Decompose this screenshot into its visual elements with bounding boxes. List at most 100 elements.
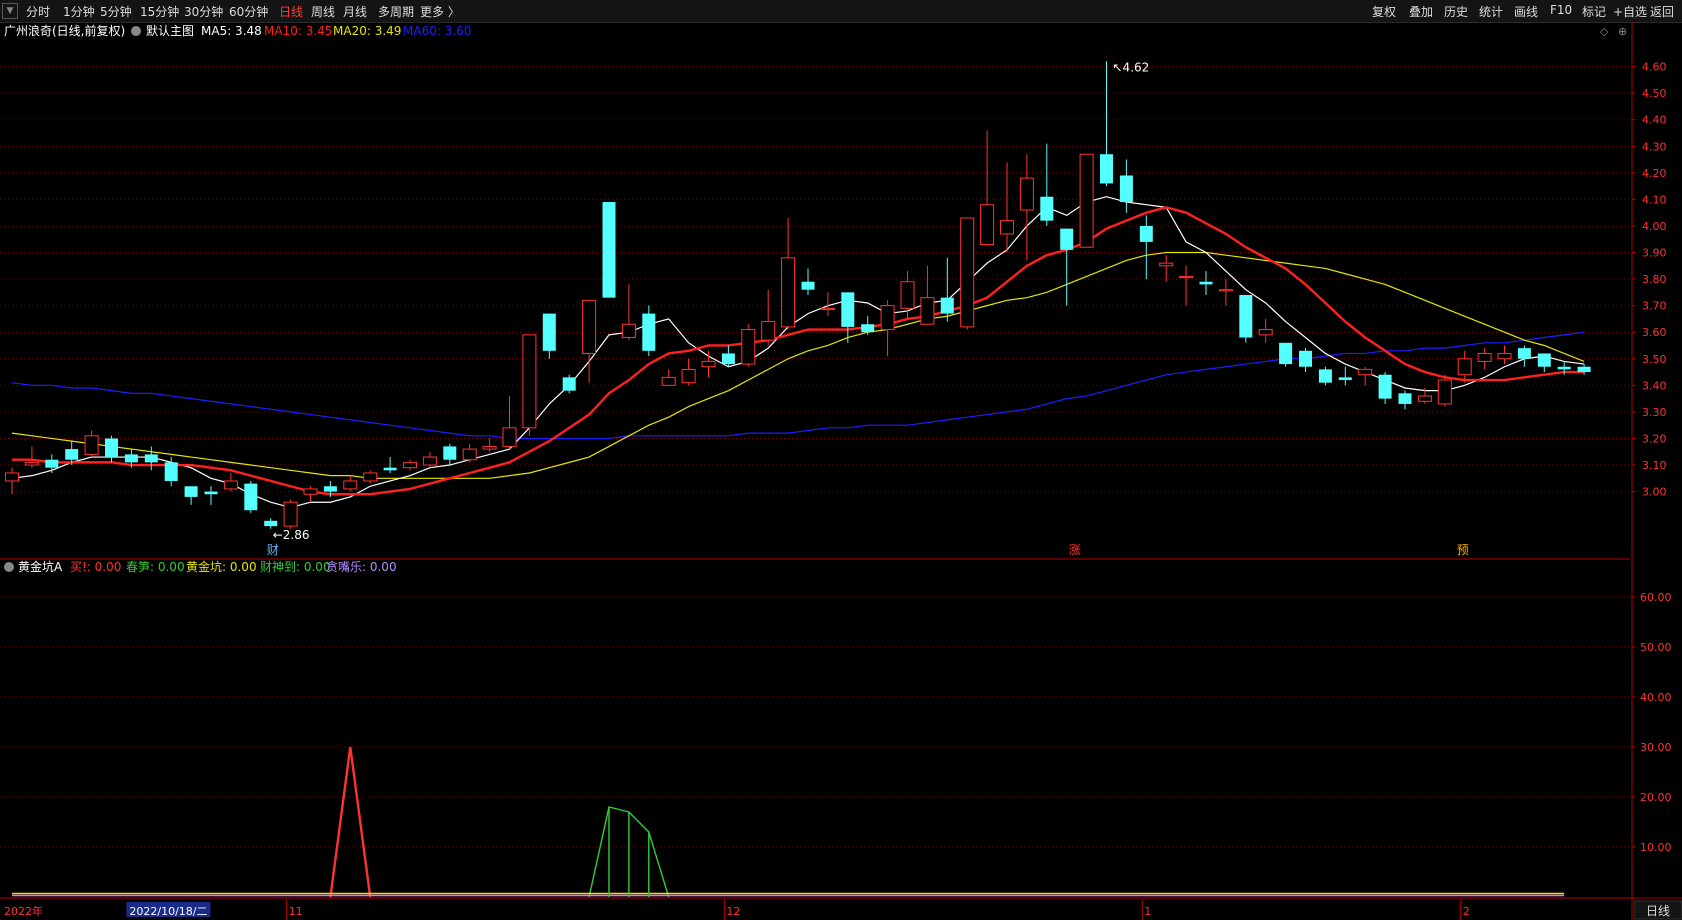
y-tick-label: 3.80 — [1642, 273, 1667, 286]
x-axis-label: 11 — [289, 905, 303, 918]
legend-indicator-3: 财神到: 0.00 — [260, 560, 331, 574]
toolbar-button-2[interactable]: 历史 — [1444, 3, 1468, 20]
period-tab-1[interactable]: 1分钟 — [63, 3, 95, 20]
candle-body-up — [980, 204, 995, 246]
toolbar-button-3[interactable]: 统计 — [1479, 3, 1503, 20]
template-icon — [131, 26, 141, 36]
candle-body-up — [701, 360, 716, 368]
legend-indicator-name: 黄金坑A — [18, 559, 63, 574]
y-tick-label: 4.00 — [1642, 220, 1667, 233]
candle-body-up — [880, 305, 895, 331]
y-tick-label: 3.70 — [1642, 300, 1667, 313]
toolbar-button-1[interactable]: 叠加 — [1409, 3, 1433, 20]
candle-body-up — [1019, 177, 1034, 211]
y-tick-label: 3.30 — [1642, 406, 1667, 419]
candle-body-up — [1079, 153, 1094, 248]
candle-body-down — [1199, 281, 1213, 285]
indicator-line-0 — [329, 746, 372, 898]
candle-body-up — [1258, 329, 1273, 336]
candle-body-up — [1358, 368, 1373, 376]
legend-template: 默认主图 — [146, 23, 194, 38]
legend-ma20: MA20: 3.49 — [333, 24, 401, 38]
period-tab-5[interactable]: 60分钟 — [229, 3, 268, 20]
candle-body-down — [1060, 228, 1074, 250]
candle-body-up — [1218, 289, 1233, 292]
candle-body-up — [781, 257, 796, 328]
y-tick-label: 3.20 — [1642, 432, 1667, 445]
y-tick-label: 3.00 — [1642, 486, 1667, 499]
ma-line-ma5 — [11, 196, 1585, 509]
y-tick-label: 40.00 — [1640, 691, 1672, 704]
period-tag: 日线 — [1646, 904, 1670, 918]
legend-stock: 广州浪奇(日线,前复权) — [4, 23, 125, 38]
candle-body-down — [244, 483, 258, 511]
x-axis-label: 1 — [1144, 905, 1151, 918]
y-tick-label: 3.10 — [1642, 459, 1667, 472]
toolbar-button-0[interactable]: 复权 — [1372, 3, 1396, 20]
y-tick-label: 3.60 — [1642, 326, 1667, 339]
candle-body-up — [1437, 379, 1452, 405]
period-tab-2[interactable]: 5分钟 — [100, 3, 132, 20]
toolbar-button-4[interactable]: 画线 — [1514, 3, 1538, 20]
candle-body-down — [443, 446, 457, 460]
candle-body-down — [1517, 348, 1531, 359]
candle-body-up — [900, 281, 915, 309]
candle-body-down — [164, 462, 178, 481]
candle-body-down — [562, 377, 576, 391]
y-tick-label: 4.60 — [1642, 61, 1667, 74]
y-tick-label: 3.90 — [1642, 247, 1667, 260]
period-toolbar: ▼ 分时 1分钟 5分钟 15分钟 30分钟 60分钟 日线 周线 月线 多周期 更多 〉 复权 叠加历… — [0, 0, 1682, 23]
candle-body-up — [960, 217, 975, 328]
candle-body-up — [482, 445, 497, 450]
candle-body-up — [920, 297, 935, 325]
period-tab-8[interactable]: 月线 — [343, 3, 367, 20]
legend-ma5: MA5: 3.48 — [201, 24, 262, 38]
candle-body-up — [283, 501, 298, 527]
candle-body-down — [801, 281, 815, 290]
candle-body-up — [1159, 262, 1174, 267]
period-tab-3[interactable]: 15分钟 — [140, 3, 179, 20]
candle-body-up — [24, 461, 39, 466]
y-tick-label: 4.30 — [1642, 140, 1667, 153]
candle-body-down — [1299, 350, 1312, 367]
diamond-icon: ◇ — [1600, 25, 1609, 38]
legend-indicator-0: 买!: 0.00 — [70, 560, 121, 574]
candle-body-up — [343, 480, 358, 490]
period-tab-0[interactable]: 分时 — [26, 3, 50, 20]
menu-icon[interactable]: ▼ — [2, 3, 18, 19]
add-icon: ⊕ — [1618, 25, 1627, 38]
candle-body-down — [1239, 295, 1253, 338]
indicator-icon — [4, 562, 14, 572]
toolbar-button-8[interactable]: 返回 — [1650, 3, 1674, 20]
candle-body-up — [1417, 395, 1432, 402]
ma-line-ma10 — [12, 206, 1585, 496]
period-tab-10[interactable]: 更多 〉 — [420, 3, 460, 20]
legend-ma10: MA10: 3.45 — [264, 24, 332, 38]
candle-body-up — [661, 376, 676, 386]
x-axis-label: 2022年 — [4, 904, 43, 918]
candle-body-down — [1318, 369, 1332, 383]
candle-body-up — [741, 329, 756, 365]
candle-body-down — [204, 491, 218, 495]
period-tab-4[interactable]: 30分钟 — [184, 3, 223, 20]
high-price-label: ↖4.62 — [1113, 60, 1150, 74]
legend-indicator-1: 春笋: 0.00 — [126, 559, 185, 574]
candle-body-up — [621, 323, 636, 339]
candle-body-up — [1477, 352, 1492, 362]
candle-body-down — [144, 454, 158, 463]
candle-body-up — [363, 472, 378, 482]
y-tick-label: 50.00 — [1640, 641, 1672, 654]
toolbar-button-6[interactable]: 标记 — [1582, 3, 1606, 20]
toolbar-button-5[interactable]: F10 — [1550, 3, 1572, 17]
toolbar-button-7[interactable]: +自选 — [1613, 3, 1647, 20]
period-tab-6[interactable]: 日线 — [279, 3, 303, 20]
candle-body-up — [1000, 220, 1014, 235]
candle-body-up — [84, 435, 99, 455]
low-price-label: ←2.86 — [273, 528, 310, 542]
y-tick-label: 10.00 — [1640, 841, 1672, 854]
candle-body-down — [184, 486, 198, 497]
period-tab-9[interactable]: 多周期 — [378, 3, 414, 20]
signal-yu: 预 — [1457, 543, 1469, 557]
candle-body-down — [841, 292, 855, 327]
period-tab-7[interactable]: 周线 — [311, 3, 335, 20]
